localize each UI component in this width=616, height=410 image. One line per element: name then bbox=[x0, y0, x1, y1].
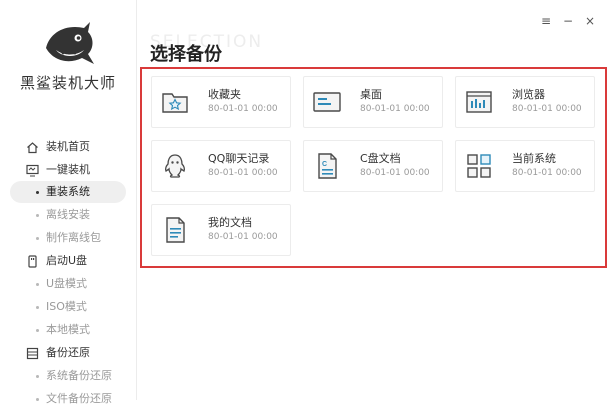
backup-item-desktop[interactable]: 桌面 80-01-01 00:00 bbox=[303, 76, 443, 128]
backup-item-time: 80-01-01 00:00 bbox=[208, 104, 278, 114]
my-document-icon bbox=[166, 217, 185, 243]
bullet-dot bbox=[36, 306, 39, 309]
sidebar-item-backup-restore[interactable]: 备份还原 bbox=[10, 342, 126, 364]
backup-item-time: 80-01-01 00:00 bbox=[360, 104, 430, 114]
backup-item-browser[interactable]: 浏览器 80-01-01 00:00 bbox=[455, 76, 595, 128]
sidebar-item-reinstall-system[interactable]: 重装系统 bbox=[10, 181, 126, 203]
page-title: 选择备份 bbox=[150, 44, 222, 65]
backup-item-name: QQ聊天记录 bbox=[208, 152, 270, 165]
bullet-dot bbox=[36, 237, 39, 240]
sidebar-item-label: U盘模式 bbox=[46, 277, 88, 290]
bullet-dot bbox=[36, 375, 39, 378]
backup-item-time: 80-01-01 00:00 bbox=[512, 104, 582, 114]
backup-item-name: 我的文档 bbox=[208, 216, 252, 229]
minimize-button[interactable]: − bbox=[563, 14, 573, 28]
backup-item-current-system[interactable]: 当前系统 80-01-01 00:00 bbox=[455, 140, 595, 192]
svg-text:C: C bbox=[322, 161, 327, 168]
backup-item-time: 80-01-01 00:00 bbox=[208, 232, 278, 242]
usb-icon bbox=[28, 255, 37, 268]
sidebar-item-iso-mode[interactable]: ISO模式 bbox=[10, 296, 126, 318]
browser-icon bbox=[466, 91, 492, 113]
backup-icon bbox=[26, 347, 39, 360]
sidebar: 黑鲨装机大师 装机首页 一键装机 重装系统 离线安装 制作离线包 启动U盘 U盘 bbox=[0, 0, 137, 405]
bullet-dot bbox=[36, 214, 39, 217]
backup-item-favorites[interactable]: 收藏夹 80-01-01 00:00 bbox=[151, 76, 291, 128]
sidebar-item-boot-usb[interactable]: 启动U盘 bbox=[10, 250, 126, 272]
sidebar-item-label: 离线安装 bbox=[46, 208, 90, 221]
sidebar-item-label: 制作离线包 bbox=[46, 231, 101, 244]
sidebar-item-label: 本地模式 bbox=[46, 323, 90, 336]
sidebar-item-label: 启动U盘 bbox=[46, 254, 88, 267]
shark-logo bbox=[46, 22, 94, 64]
sidebar-item-label: 系统备份还原 bbox=[46, 369, 112, 382]
backup-item-c-drive-documents[interactable]: C C盘文档 80-01-01 00:00 bbox=[303, 140, 443, 192]
backup-item-time: 80-01-01 00:00 bbox=[208, 168, 278, 178]
backup-item-name: 浏览器 bbox=[512, 88, 545, 101]
sidebar-item-label: 装机首页 bbox=[46, 140, 90, 153]
sidebar-item-one-click-install[interactable]: 一键装机 bbox=[10, 159, 126, 181]
backup-item-time: 80-01-01 00:00 bbox=[512, 168, 582, 178]
backup-item-qq-chat-history[interactable]: QQ聊天记录 80-01-01 00:00 bbox=[151, 140, 291, 192]
sidebar-item-label: ISO模式 bbox=[46, 300, 87, 313]
backup-item-my-documents[interactable]: 我的文档 80-01-01 00:00 bbox=[151, 204, 291, 256]
sidebar-item-usb-mode[interactable]: U盘模式 bbox=[10, 273, 126, 295]
desktop-icon bbox=[313, 92, 341, 112]
sidebar-item-home[interactable]: 装机首页 bbox=[10, 136, 126, 158]
close-button[interactable]: × bbox=[585, 14, 595, 28]
system-icon bbox=[467, 154, 491, 178]
backup-item-name: 当前系统 bbox=[512, 152, 556, 165]
favorites-folder-icon bbox=[162, 93, 188, 113]
bullet-dot bbox=[36, 329, 39, 332]
backup-item-name: 桌面 bbox=[360, 88, 382, 101]
sidebar-item-label: 一键装机 bbox=[46, 163, 90, 176]
menu-button[interactable]: ≡ bbox=[541, 14, 551, 28]
sidebar-item-make-offline-package[interactable]: 制作离线包 bbox=[10, 227, 126, 249]
c-drive-document-icon: C bbox=[318, 153, 337, 179]
backup-item-time: 80-01-01 00:00 bbox=[360, 168, 430, 178]
brand-name: 黑鲨装机大师 bbox=[19, 74, 116, 92]
sidebar-item-label: 重装系统 bbox=[46, 185, 90, 198]
bullet-dot bbox=[36, 191, 39, 194]
home-icon bbox=[27, 142, 38, 154]
sidebar-item-offline-install[interactable]: 离线安装 bbox=[10, 204, 126, 226]
sidebar-item-file-backup-restore[interactable]: 文件备份还原 bbox=[10, 388, 126, 410]
backup-item-name: 收藏夹 bbox=[208, 88, 241, 101]
qq-icon bbox=[164, 154, 186, 178]
sidebar-item-system-backup-restore[interactable]: 系统备份还原 bbox=[10, 365, 126, 387]
sidebar-item-label: 文件备份还原 bbox=[46, 392, 112, 405]
backup-item-name: C盘文档 bbox=[360, 152, 401, 165]
bullet-dot bbox=[36, 283, 39, 286]
monitor-icon bbox=[26, 164, 39, 177]
sidebar-item-label: 备份还原 bbox=[46, 346, 90, 359]
sidebar-item-local-mode[interactable]: 本地模式 bbox=[10, 319, 126, 341]
